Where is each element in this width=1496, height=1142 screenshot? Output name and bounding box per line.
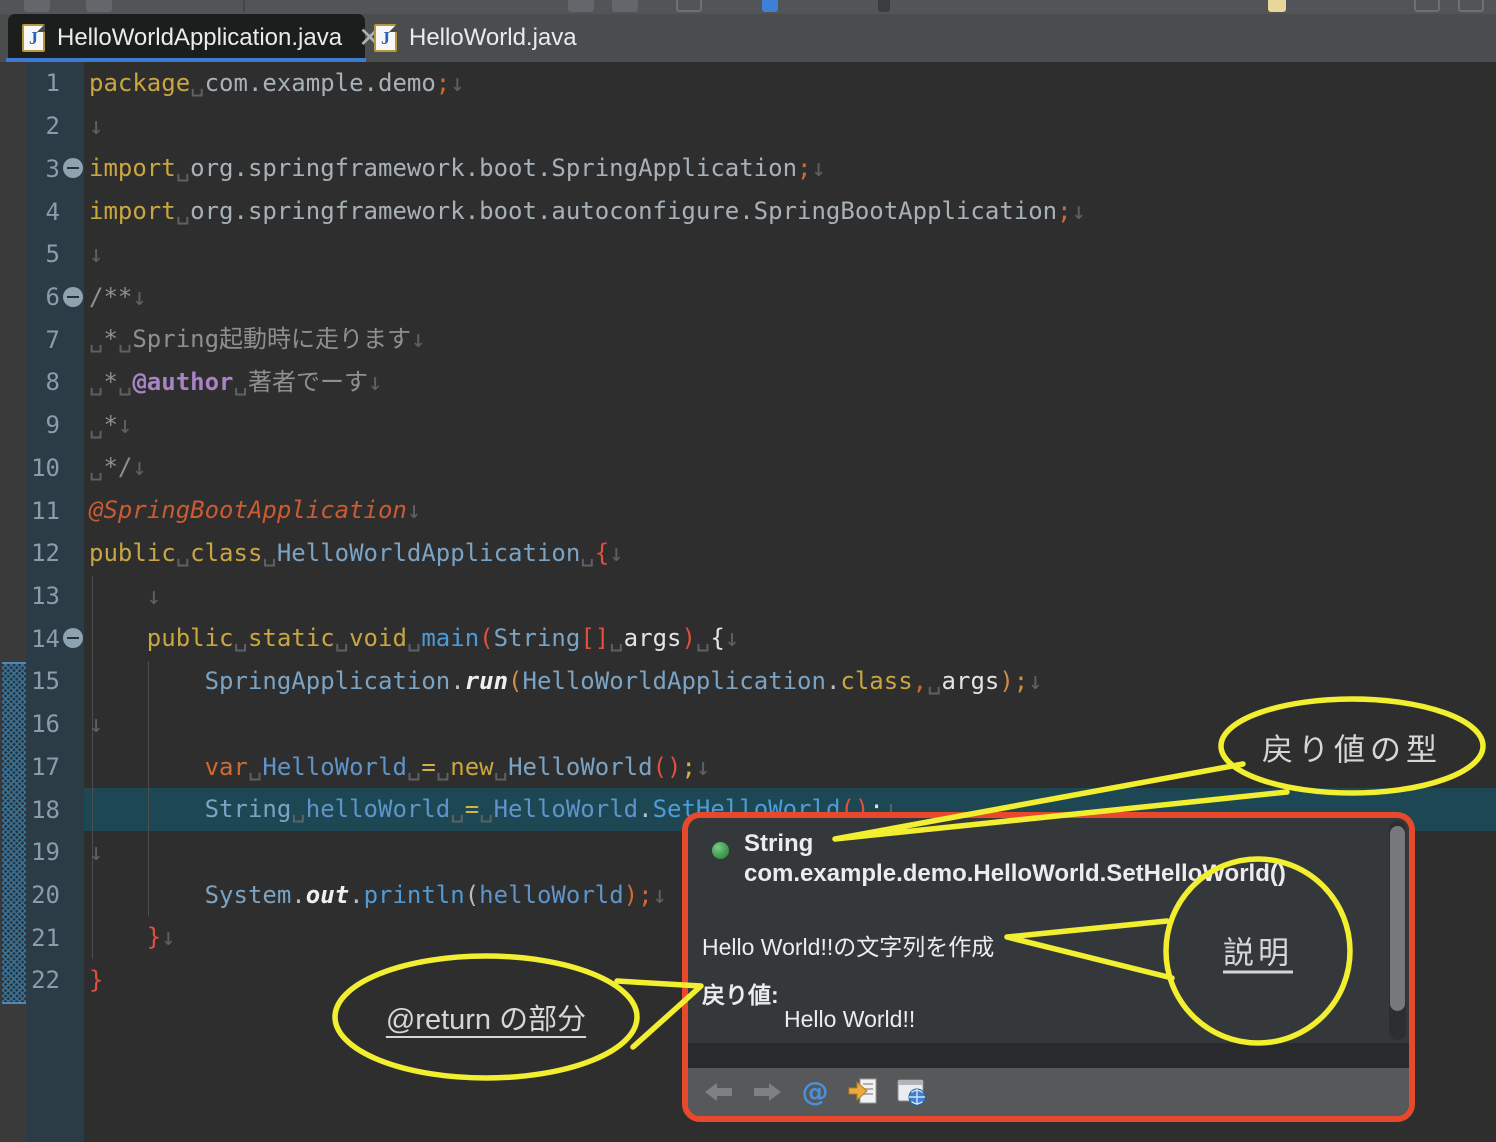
toolbar-icon[interactable]	[86, 0, 112, 12]
toolbar-icon[interactable]	[568, 0, 594, 12]
line-number-row: 9	[26, 404, 84, 447]
code-line-4[interactable]: import␣org.springframework.boot.autoconf…	[84, 190, 1496, 233]
line-number-row: 4	[26, 190, 84, 233]
show-in-javadoc-view-icon[interactable]	[846, 1077, 880, 1107]
code-line-10[interactable]: ␣*/↓	[84, 446, 1496, 489]
toolbar-icon[interactable]	[878, 0, 890, 12]
open-in-browser-icon[interactable]	[894, 1077, 928, 1107]
line-number-row: 13	[26, 575, 84, 618]
popup-returns-value: Hello World!!	[784, 1006, 915, 1033]
forward-arrow-icon[interactable]	[750, 1077, 784, 1107]
toolbar-icon[interactable]	[1458, 0, 1484, 12]
code-line-14[interactable]: public␣static␣void␣main(String[]␣args)␣{…	[84, 617, 1496, 660]
tab-label: HelloWorldApplication.java	[57, 24, 342, 52]
code-line-17[interactable]: var␣HelloWorld␣=␣new␣HelloWorld();↓	[84, 746, 1496, 789]
toolbar-icon[interactable]	[762, 0, 778, 12]
popup-method-signature: com.example.demo.HelloWorld.SetHelloWorl…	[744, 860, 1286, 888]
javadoc-content: String com.example.demo.HelloWorld.SetHe…	[688, 818, 1409, 1043]
line-number-row: 18	[26, 788, 84, 831]
code-line-7[interactable]: ␣*␣Spring起動時に走ります↓	[84, 318, 1496, 361]
javadoc-hover-popup: String com.example.demo.HelloWorld.SetHe…	[682, 812, 1415, 1122]
java-file-icon: J	[22, 24, 45, 52]
fold-marker-icon[interactable]	[63, 287, 83, 307]
at-return-bubble-label: @return の部分	[346, 996, 626, 1038]
line-number-gutter: 12345678910111213141516171819202122	[26, 62, 84, 1002]
line-number-row: 2	[26, 105, 84, 148]
toolbar-icon[interactable]	[1268, 0, 1286, 12]
fold-marker-icon[interactable]	[63, 158, 83, 178]
line-number-row: 10	[26, 446, 84, 489]
public-method-icon	[712, 842, 729, 859]
tab-helloworldapplication-java[interactable]: J HelloWorldApplication.java ✕	[8, 14, 365, 62]
code-line-9[interactable]: ␣*↓	[84, 404, 1496, 447]
ide-window: J HelloWorldApplication.java ✕ J HelloWo…	[0, 0, 1496, 1142]
code-line-15[interactable]: SpringApplication.run(HelloWorldApplicat…	[84, 660, 1496, 703]
popup-return-type: String	[744, 830, 813, 858]
line-number-row: 20	[26, 874, 84, 917]
java-file-icon: J	[374, 24, 397, 52]
toolbar-icon[interactable]	[676, 0, 702, 12]
code-line-2[interactable]: ↓	[84, 105, 1496, 148]
code-line-11[interactable]: @SpringBootApplication↓	[84, 489, 1496, 532]
back-arrow-icon[interactable]	[702, 1077, 736, 1107]
line-number-row: 21	[26, 916, 84, 959]
toolbar-icon[interactable]	[24, 0, 50, 12]
line-number-row: 14	[26, 617, 84, 660]
editor-tab-bar: J HelloWorldApplication.java ✕ J HelloWo…	[0, 14, 1496, 62]
annotation-strip	[0, 62, 26, 1142]
line-number-row: 17	[26, 746, 84, 789]
tab-helloworld-java[interactable]: J HelloWorld.java	[368, 14, 578, 62]
code-line-3[interactable]: import␣org.springframework.boot.SpringAp…	[84, 147, 1496, 190]
toolbar-icon[interactable]	[1414, 0, 1440, 12]
line-number-row: 15	[26, 660, 84, 703]
tab-label: HelloWorld.java	[409, 24, 577, 52]
code-line-5[interactable]: ↓	[84, 233, 1496, 276]
code-line-12[interactable]: public␣class␣HelloWorldApplication␣{↓	[84, 532, 1496, 575]
fold-marker-icon[interactable]	[63, 628, 83, 648]
line-number-row: 12	[26, 532, 84, 575]
code-line-6[interactable]: /**↓	[84, 276, 1496, 319]
popup-description: Hello World!!の文字列を作成	[702, 928, 994, 962]
line-number-row: 7	[26, 318, 84, 361]
line-number-row: 1	[26, 62, 84, 105]
line-number-row: 5	[26, 233, 84, 276]
popup-toolbar: @	[688, 1068, 1409, 1116]
line-number-row: 16	[26, 703, 84, 746]
popup-divider	[688, 1043, 1409, 1068]
line-number-row: 11	[26, 489, 84, 532]
toolbar-icon[interactable]	[612, 0, 638, 12]
popup-scrollbar-thumb[interactable]	[1390, 826, 1405, 1011]
code-line-16[interactable]: ↓	[84, 703, 1496, 746]
code-line-1[interactable]: package␣com.example.demo;↓	[84, 62, 1496, 105]
change-range-bar	[2, 662, 26, 1004]
line-number-row: 22	[26, 959, 84, 1002]
toolbar-separator	[243, 0, 245, 12]
at-sign-icon[interactable]: @	[798, 1077, 832, 1107]
code-line-8[interactable]: ␣*␣@author␣著者でーす↓	[84, 361, 1496, 404]
top-toolbar	[0, 0, 1496, 14]
line-number-row: 3	[26, 147, 84, 190]
line-number-row: 8	[26, 361, 84, 404]
popup-returns-label: 戻り値:	[702, 976, 779, 1010]
code-line-13[interactable]: ↓	[84, 575, 1496, 618]
line-number-row: 6	[26, 276, 84, 319]
line-number-row: 19	[26, 831, 84, 874]
